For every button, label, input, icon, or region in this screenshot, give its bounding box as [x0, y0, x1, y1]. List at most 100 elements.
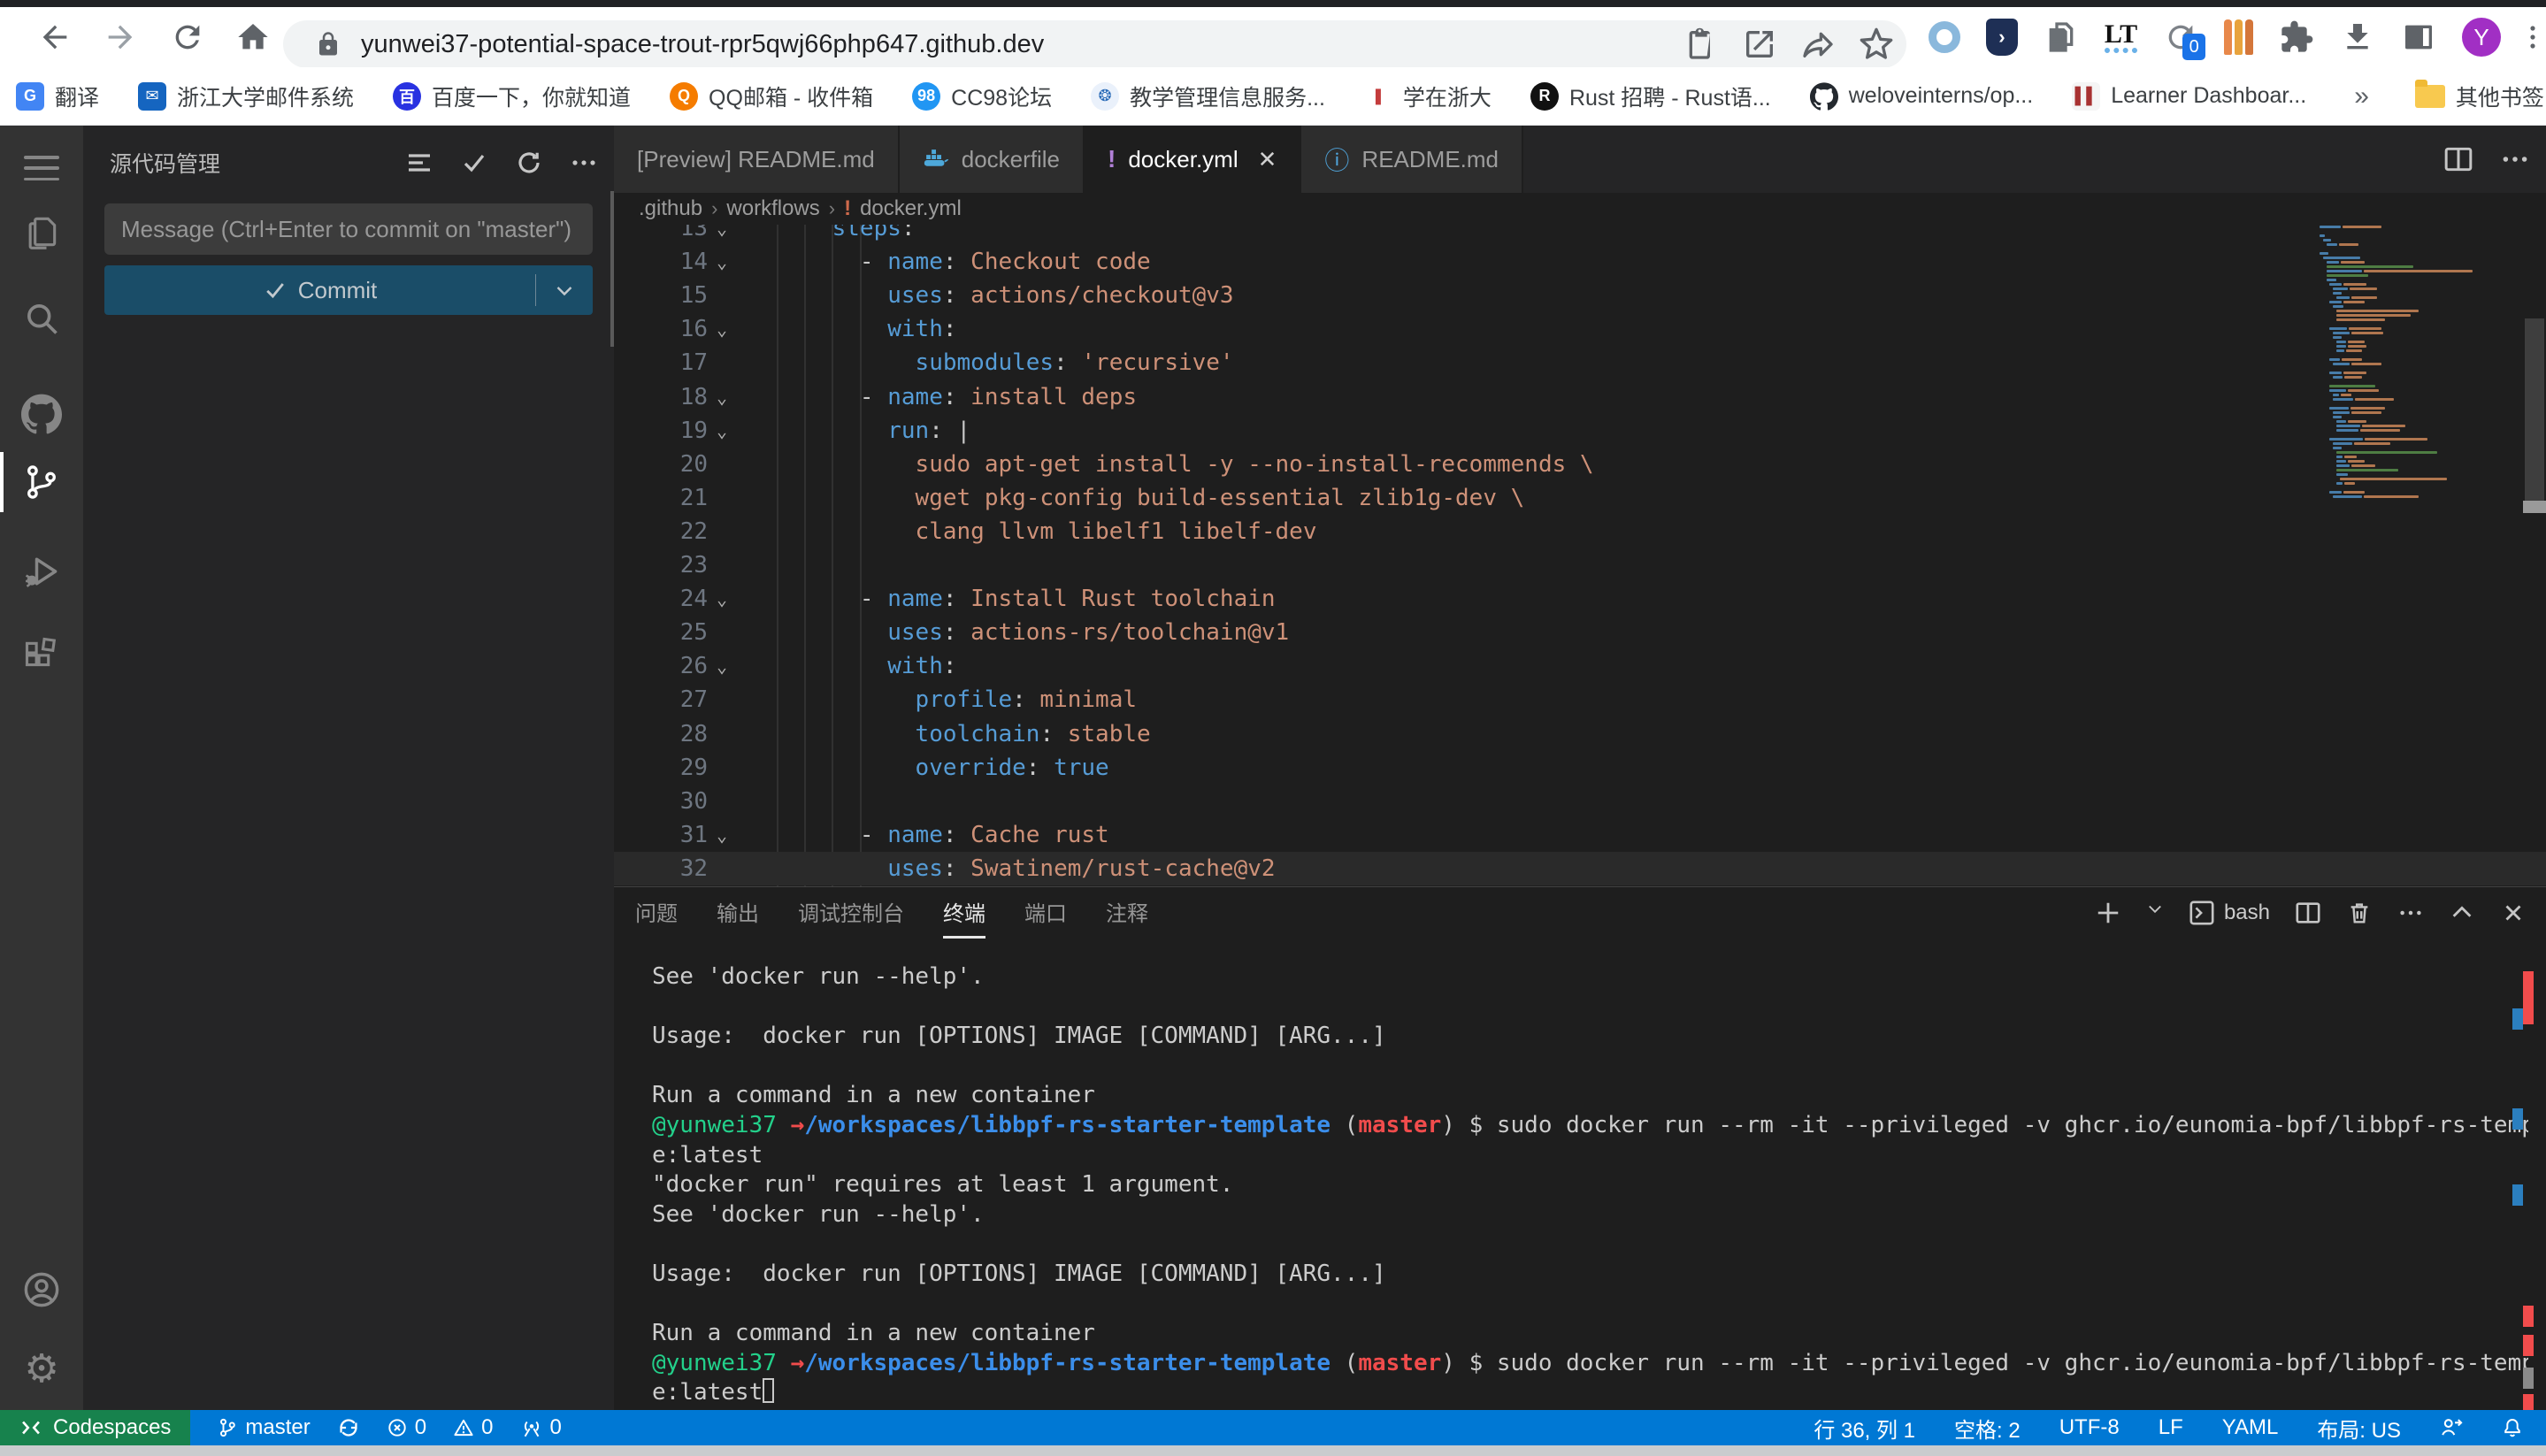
tab-sync-icon[interactable]: 0: [2163, 19, 2198, 55]
activity-item-extensions[interactable]: [0, 619, 83, 690]
bookmark-item[interactable]: QQQ邮箱 - 收件箱: [670, 80, 873, 112]
code-line[interactable]: with:: [777, 312, 957, 346]
remote-indicator[interactable]: Codespaces: [0, 1410, 190, 1445]
editor-tab--preview-readme-md[interactable]: [Preview] README.md: [614, 126, 900, 193]
code-line[interactable]: uses: actions/checkout@v3: [777, 279, 1234, 312]
commit-check-icon[interactable]: [460, 149, 488, 177]
terminal-output[interactable]: See 'docker run --help'.Usage: docker ru…: [614, 942, 2546, 1410]
status-error-count[interactable]: 0: [387, 1415, 426, 1440]
panel-tab-输出[interactable]: 输出: [717, 887, 759, 939]
activity-item-source-control[interactable]: [0, 447, 83, 517]
status-ports-count[interactable]: 0: [520, 1415, 562, 1440]
fold-chevron-icon[interactable]: ⌄: [717, 312, 743, 346]
url-text[interactable]: yunwei37-potential-space-trout-rpr5qwj66…: [361, 30, 1044, 59]
breadcrumb-item[interactable]: workflows: [726, 196, 819, 221]
open-in-new-icon[interactable]: [1742, 27, 1777, 62]
profile-avatar[interactable]: Y: [2462, 18, 2501, 57]
status-feedback[interactable]: [2440, 1416, 2463, 1439]
fold-chevron-icon[interactable]: ⌄: [717, 818, 743, 852]
pages-extension-icon[interactable]: [2044, 19, 2079, 55]
bookmark-item[interactable]: 百百度一下，你就知道: [393, 80, 631, 112]
code-line[interactable]: submodules: 'recursive': [777, 346, 1234, 379]
forward-icon[interactable]: [103, 19, 138, 55]
editor-tab-readme-md[interactable]: ⓘREADME.md: [1301, 126, 1523, 193]
activity-item-explorer[interactable]: [0, 196, 83, 267]
other-bookmarks[interactable]: 其他书签: [2415, 80, 2544, 112]
kill-terminal-icon[interactable]: [2346, 900, 2373, 926]
split-terminal-icon[interactable]: [2295, 900, 2321, 926]
code-line[interactable]: with:: [777, 649, 957, 683]
browser-menu-icon[interactable]: [2527, 19, 2539, 55]
code-line[interactable]: wget pkg-config build-essential zlib1g-d…: [777, 481, 1524, 515]
address-bar[interactable]: yunwei37-potential-space-trout-rpr5qwj66…: [283, 20, 1906, 68]
activity-item-run-debug[interactable]: [0, 536, 83, 607]
status-encoding[interactable]: UTF-8: [2059, 1415, 2120, 1440]
commit-message-input[interactable]: [104, 203, 593, 255]
code-line[interactable]: - name: Checkout code: [777, 245, 1151, 279]
fold-chevron-icon[interactable]: ⌄: [717, 245, 743, 279]
code-line[interactable]: override: true: [777, 751, 1109, 785]
code-line[interactable]: profile: minimal: [777, 683, 1137, 717]
split-editor-icon[interactable]: [2443, 144, 2473, 174]
fold-chevron-icon[interactable]: ⌄: [717, 380, 743, 414]
status-keyboard-layout[interactable]: 布局: US: [2317, 1413, 2401, 1444]
status-notifications[interactable]: [2502, 1417, 2523, 1438]
crayons-extension-icon[interactable]: [2224, 19, 2253, 55]
fold-chevron-icon[interactable]: ⌄: [717, 414, 743, 448]
status-eol[interactable]: LF: [2159, 1415, 2183, 1440]
new-terminal-icon[interactable]: [2095, 900, 2121, 926]
code-line[interactable]: - name: Install Rust toolchain: [777, 582, 1276, 616]
status-branch-indicator[interactable]: master: [217, 1415, 310, 1440]
close-panel-icon[interactable]: [2500, 900, 2527, 926]
status-language-mode[interactable]: YAML: [2222, 1415, 2279, 1440]
ring-extension-icon[interactable]: [1929, 21, 1960, 53]
panel-tab-调试控制台[interactable]: 调试控制台: [798, 887, 904, 939]
code-line[interactable]: uses: actions-rs/toolchain@v1: [777, 616, 1289, 649]
home-icon[interactable]: [235, 19, 271, 55]
bookmarks-overflow-chevron[interactable]: »: [2354, 81, 2369, 111]
editor-more-actions-icon[interactable]: [2500, 144, 2530, 174]
editor-tab-docker-yml[interactable]: !docker.yml✕: [1085, 126, 1301, 193]
back-icon[interactable]: [37, 19, 73, 55]
status-cursor-position[interactable]: 行 36, 列 1: [1814, 1413, 1915, 1444]
maximize-panel-icon[interactable]: [2449, 900, 2475, 926]
code-line[interactable]: sudo apt-get install -y --no-install-rec…: [777, 448, 1594, 481]
refresh-icon[interactable]: [170, 19, 205, 55]
activity-item-github[interactable]: [0, 379, 83, 449]
code-line[interactable]: clang llvm libelf1 libelf-dev: [777, 515, 1317, 548]
code-line[interactable]: uses: Swatinem/rust-cache@v2: [777, 852, 1276, 885]
side-panel-icon[interactable]: [2401, 19, 2436, 55]
code-line[interactable]: run: |: [777, 414, 970, 448]
panel-more-actions-icon[interactable]: [2397, 900, 2424, 926]
bookmark-item[interactable]: RRust 招聘 - Rust语...: [1530, 80, 1771, 112]
panel-tab-注释[interactable]: 注释: [1106, 887, 1148, 939]
breadcrumb[interactable]: .github›workflows›!docker.yml: [614, 193, 2546, 225]
terminal-dropdown-icon[interactable]: [2146, 900, 2164, 926]
status-warning-count[interactable]: 0: [453, 1415, 493, 1440]
fold-chevron-icon[interactable]: ⌄: [717, 649, 743, 683]
activity-item-search[interactable]: [0, 283, 83, 354]
commit-button[interactable]: Commit: [104, 265, 593, 315]
shield-extension-icon[interactable]: ›: [1986, 19, 2018, 56]
code-line[interactable]: - name: install deps: [777, 380, 1137, 414]
editor-tab-dockerfile[interactable]: dockerfile: [900, 126, 1085, 193]
bookmark-item[interactable]: ▌▌Learner Dashboar...: [2072, 82, 2306, 111]
breadcrumb-item[interactable]: .github: [639, 196, 702, 221]
activity-item-settings[interactable]: ⚙: [0, 1334, 83, 1405]
close-tab-icon[interactable]: ✕: [1258, 146, 1277, 173]
panel-tab-终端[interactable]: 终端: [943, 887, 985, 939]
code-line[interactable]: - name: Cache rust: [777, 818, 1109, 852]
breadcrumb-item[interactable]: docker.yml: [860, 196, 962, 221]
panel-tab-问题[interactable]: 问题: [635, 887, 678, 939]
bookmark-star-icon[interactable]: [1859, 27, 1894, 62]
refresh-repo-icon[interactable]: [515, 149, 543, 177]
bookmark-item[interactable]: ❚学在浙大: [1364, 80, 1492, 112]
terminal-selector[interactable]: bash: [2189, 900, 2270, 926]
languagetool-icon[interactable]: LT: [2105, 21, 2137, 53]
bookmark-item[interactable]: 98CC98论坛: [912, 80, 1052, 112]
share-icon[interactable]: [1800, 27, 1836, 62]
downloads-icon[interactable]: [2340, 19, 2375, 55]
code-editor[interactable]: 13⌄ steps:14⌄ - name: Checkout code15 us…: [614, 126, 2546, 886]
activity-item-account[interactable]: [0, 1254, 83, 1325]
puzzle-extensions-icon[interactable]: [2279, 19, 2314, 55]
